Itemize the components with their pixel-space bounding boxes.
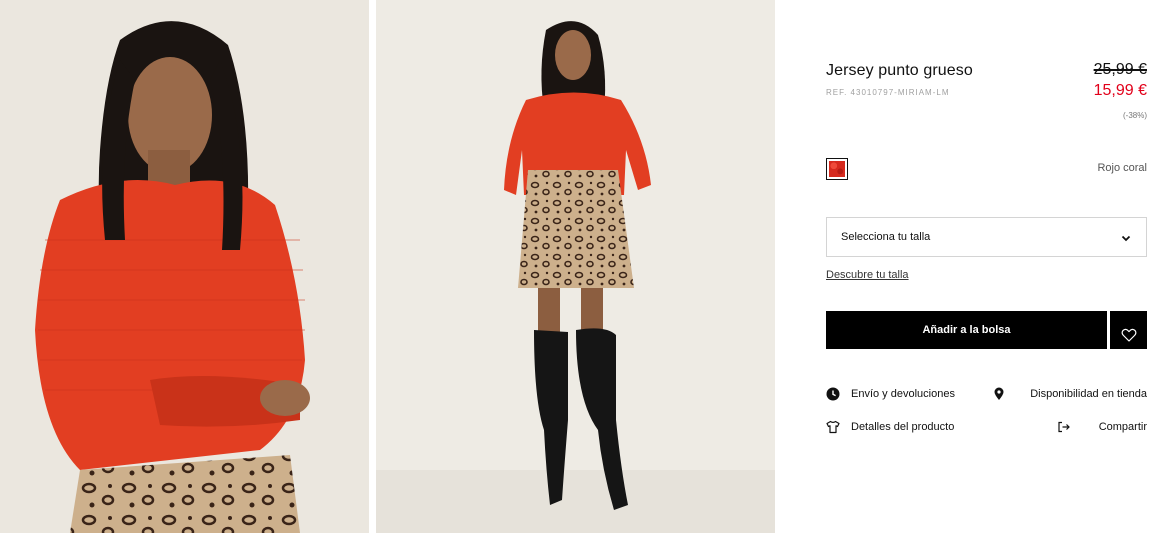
size-guide-link[interactable]: Descubre tu talla [826, 269, 909, 281]
add-to-bag-button[interactable]: Añadir a la bolsa [826, 311, 1107, 349]
color-name: Rojo coral [1097, 162, 1147, 174]
chevron-down-icon [1121, 235, 1131, 242]
size-select[interactable]: Selecciona tu talla [826, 217, 1147, 257]
product-reference: REF. 43010797-MIRIAM-LM [826, 88, 950, 97]
share-link[interactable]: Compartir [1057, 419, 1147, 435]
product-photo-closeup[interactable] [0, 0, 369, 533]
color-swatch-red[interactable] [826, 158, 848, 180]
color-swatch-fill [829, 161, 845, 177]
product-details-link[interactable]: Detalles del producto [826, 419, 976, 435]
product-page: Jersey punto grueso REF. 43010797-MIRIAM… [0, 0, 1153, 533]
price-sale: 15,99 € [1093, 82, 1147, 99]
location-pin-icon [994, 387, 1004, 400]
product-details-label: Detalles del producto [851, 421, 955, 433]
clock-icon [826, 387, 840, 401]
product-title: Jersey punto grueso [826, 62, 973, 79]
discount-badge: (-38%) [1122, 111, 1147, 120]
product-gallery [0, 0, 775, 533]
heart-icon [1121, 328, 1136, 342]
store-availability-link[interactable]: Disponibilidad en tienda [992, 386, 1147, 402]
size-select-label: Selecciona tu talla [841, 231, 931, 243]
price-original: 25,99 € [1093, 61, 1147, 78]
wishlist-button[interactable] [1110, 311, 1147, 349]
tshirt-icon [826, 420, 840, 434]
store-availability-label: Disponibilidad en tienda [1030, 388, 1147, 400]
share-label: Compartir [1098, 421, 1147, 433]
shipping-returns-link[interactable]: Envío y devoluciones [826, 386, 976, 402]
shipping-returns-label: Envío y devoluciones [851, 388, 955, 400]
product-photo-fullbody[interactable] [376, 0, 775, 533]
product-info-panel: Jersey punto grueso REF. 43010797-MIRIAM… [826, 0, 1147, 533]
share-icon [1058, 421, 1070, 433]
